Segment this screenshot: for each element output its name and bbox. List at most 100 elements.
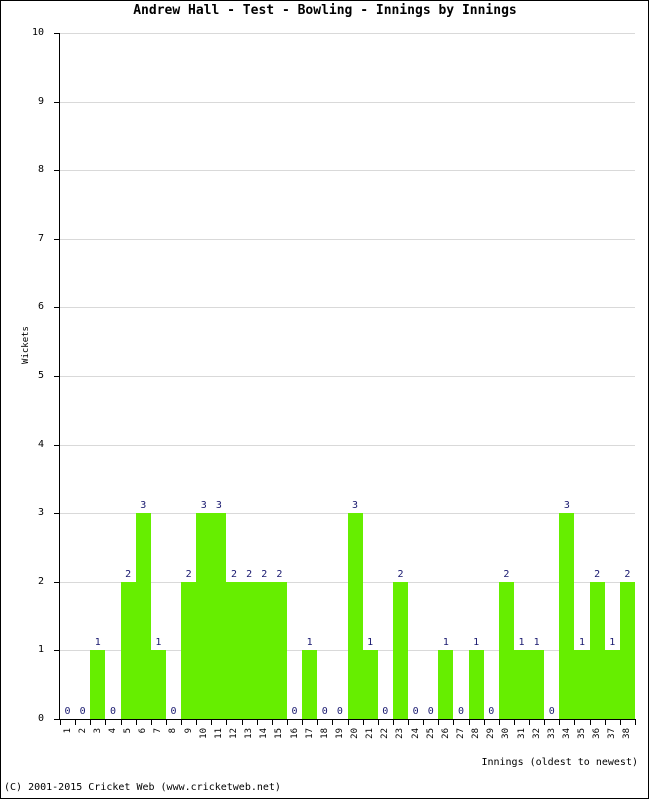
x-axis-tick-label: 36 — [592, 728, 603, 739]
bar — [226, 581, 242, 719]
bar-value-label: 1 — [367, 637, 374, 649]
x-axis-tick-label: 37 — [607, 728, 618, 739]
x-axis-tick-label: 7 — [153, 728, 164, 734]
bar — [438, 650, 454, 719]
bar — [362, 650, 378, 719]
bar — [196, 513, 212, 719]
x-axis-tick-label: 5 — [123, 728, 134, 734]
y-axis-tick-label: 8 — [37, 164, 44, 176]
y-axis-tick-label: 10 — [31, 27, 44, 38]
bar-value-label: 3 — [352, 500, 359, 512]
bar-value-label: 0 — [321, 706, 328, 717]
bar-value-label: 0 — [427, 706, 434, 717]
x-axis-tick — [120, 720, 122, 725]
plot-area: 00102310233222201003102001010211031212 — [60, 33, 635, 719]
bar-value-label: 0 — [488, 706, 495, 717]
gridline — [60, 170, 635, 172]
bar — [150, 650, 166, 719]
bar-value-label: 0 — [291, 706, 298, 717]
bar — [135, 513, 151, 719]
x-axis-tick-label: 27 — [455, 728, 466, 739]
y-axis-tick-label: 9 — [37, 95, 44, 107]
y-axis-tick-label: 4 — [37, 438, 44, 450]
y-axis-tick — [54, 170, 60, 172]
x-axis-tick-label: 12 — [229, 728, 239, 739]
bar-value-label: 3 — [563, 500, 570, 512]
x-axis-tick — [135, 720, 137, 725]
x-axis-tick — [302, 720, 304, 725]
x-axis-tick-label: 35 — [577, 728, 588, 739]
x-axis-tick-label: 2 — [77, 728, 88, 734]
x-axis-tick-label: 19 — [334, 728, 345, 739]
bar-value-label: 0 — [170, 706, 177, 717]
bar — [211, 513, 227, 719]
bar — [120, 581, 136, 719]
bar — [90, 650, 106, 719]
x-axis-tick — [635, 720, 636, 725]
y-axis-tick-label: 7 — [37, 232, 44, 244]
x-axis-tick-label: 26 — [440, 728, 451, 739]
y-axis-tick-label: 0 — [37, 713, 44, 724]
bar — [619, 581, 635, 719]
x-axis-tick-label: 8 — [168, 728, 179, 734]
bar-value-label: 2 — [125, 568, 132, 580]
x-axis-tick — [619, 720, 621, 725]
x-axis-tick — [513, 720, 515, 725]
bar-value-label: 2 — [594, 568, 601, 580]
x-axis-tick-label: 28 — [471, 728, 482, 739]
x-axis-tick-label: 38 — [622, 728, 633, 739]
x-axis-tick — [377, 720, 379, 725]
x-axis-tick-label: 32 — [531, 728, 542, 739]
x-axis-tick-label: 3 — [92, 728, 103, 734]
x-axis-tick-label: 4 — [107, 728, 118, 734]
y-axis-tick — [54, 33, 60, 34]
y-axis-tick — [54, 238, 60, 240]
y-axis-tick — [54, 581, 60, 583]
gridline — [60, 238, 635, 240]
x-axis-tick — [75, 720, 77, 725]
x-axis-tick-label: 25 — [425, 728, 436, 739]
bar-value-label: 3 — [215, 500, 222, 512]
bar-value-label: 0 — [79, 706, 86, 717]
x-axis-tick-label: 24 — [410, 728, 421, 739]
x-axis-tick — [544, 720, 546, 725]
x-axis-tick — [317, 720, 319, 725]
bar-value-label: 1 — [609, 637, 616, 649]
gridline — [60, 33, 635, 34]
y-axis-label: Wickets — [21, 326, 31, 364]
page-title: Andrew Hall - Test - Bowling - Innings b… — [133, 3, 517, 18]
x-axis-tick — [483, 720, 485, 725]
x-axis-tick — [468, 720, 470, 725]
x-axis-tick-label: 30 — [501, 728, 512, 739]
x-axis-tick — [256, 720, 258, 725]
x-axis-tick-label: 33 — [546, 728, 557, 739]
x-axis-tick — [604, 720, 606, 725]
x-axis-tick — [211, 720, 213, 725]
bar-value-label: 3 — [140, 500, 147, 512]
x-axis-tick — [105, 720, 107, 725]
bar-value-label: 3 — [200, 500, 207, 512]
x-axis-tick — [362, 720, 364, 725]
x-axis-tick-label: 22 — [380, 728, 391, 739]
x-axis-tick-label: 16 — [289, 728, 300, 739]
bar — [302, 650, 318, 719]
bar-value-label: 2 — [624, 568, 631, 580]
gridline — [60, 376, 635, 377]
bar — [181, 581, 197, 719]
x-axis-tick-label: 1 — [62, 728, 73, 734]
bar-value-label: 1 — [155, 637, 162, 649]
y-axis-tick — [54, 376, 60, 377]
y-axis-tick-label: 2 — [37, 575, 44, 587]
x-axis-tick-label: 15 — [274, 728, 285, 739]
bar-value-label: 1 — [533, 637, 540, 649]
bar — [271, 581, 287, 719]
bar — [347, 513, 363, 719]
x-axis-tick-label: 29 — [486, 728, 497, 739]
x-axis-tick — [529, 720, 531, 725]
x-axis-tick-label: 11 — [213, 728, 224, 739]
bar — [574, 650, 590, 719]
x-axis-tick — [347, 720, 349, 725]
x-axis-tick-label: 6 — [138, 728, 149, 734]
x-axis-tick-label: 10 — [198, 728, 209, 739]
x-axis-tick — [271, 720, 273, 725]
